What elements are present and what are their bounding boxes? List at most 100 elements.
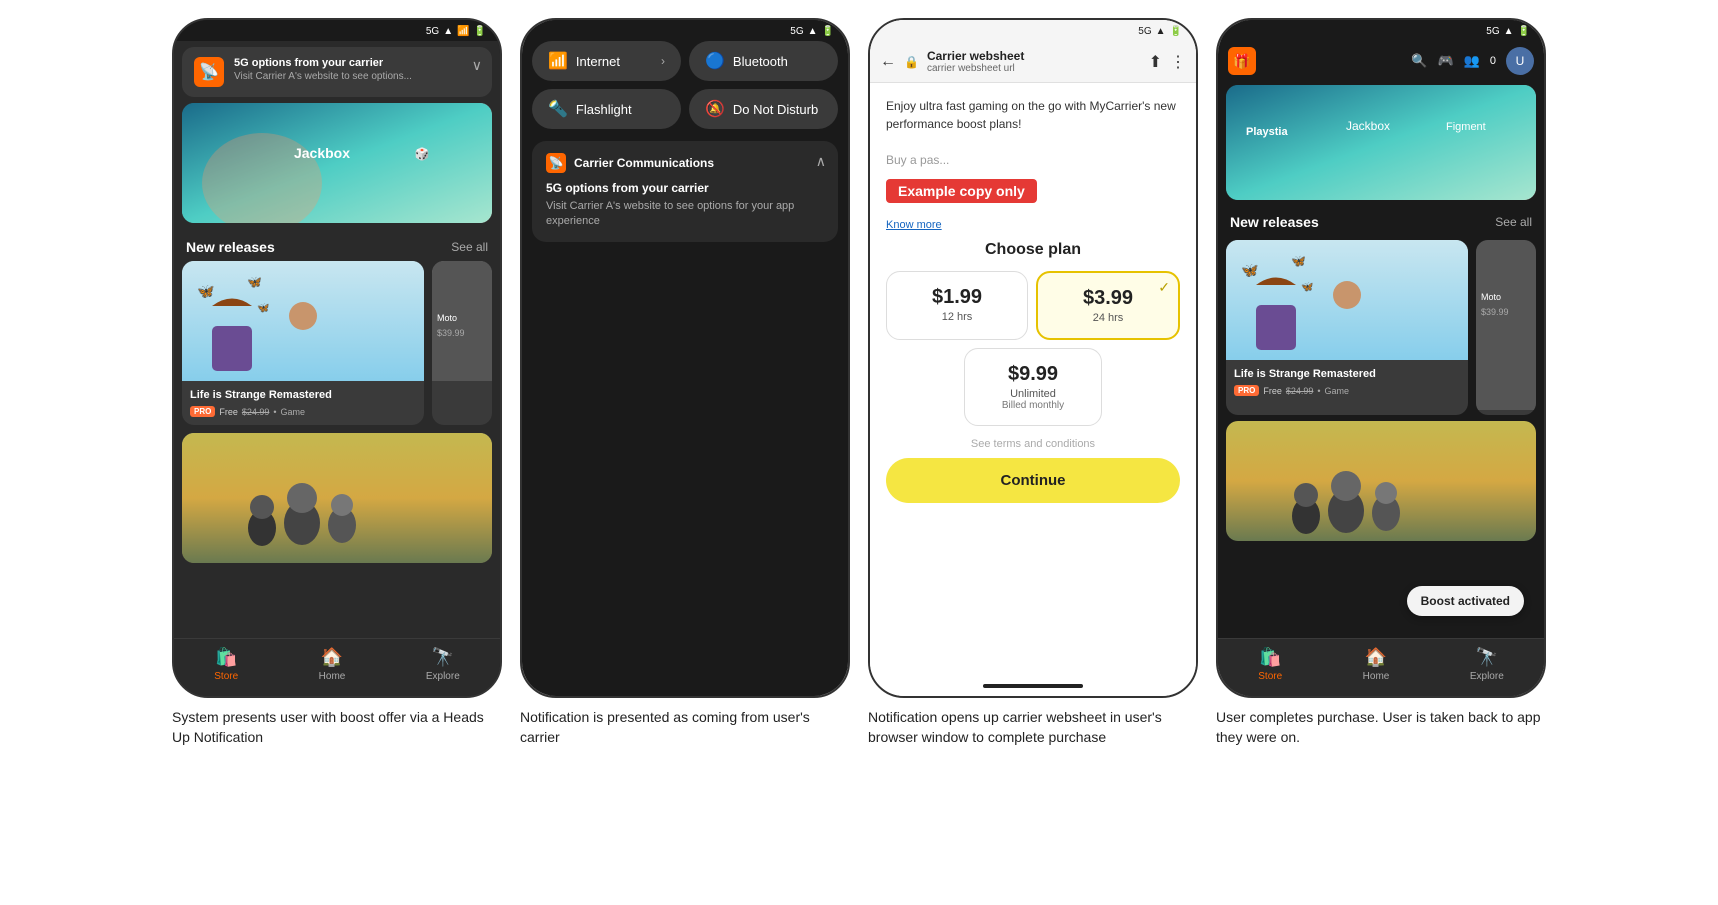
svg-text:Moto: Moto [437, 313, 457, 323]
phone-3: 5G ▲ 🔋 ← 🔒 Carrier websheet carrier webs… [868, 18, 1198, 698]
more-icon[interactable]: ⋮ [1170, 52, 1186, 72]
captions-container: System presents user with boost offer vi… [0, 698, 1718, 747]
topbar-left-4: 🎁 [1228, 47, 1256, 75]
plan-card-1-99[interactable]: $1.99 12 hrs [886, 271, 1028, 340]
topbar-right-4: 🔍 🎮 👥 0 U [1411, 47, 1534, 75]
battery-icon-1: 🔋 [474, 26, 486, 37]
tile-bluetooth-label: Bluetooth [733, 54, 788, 69]
free-tag-lis-4: Free [1263, 386, 1282, 396]
section-title-4: New releases [1230, 214, 1319, 230]
app-topbar-4: 🎁 🔍 🎮 👥 0 U [1218, 41, 1544, 81]
notif-chevron-1: ∨ [472, 57, 482, 74]
signal-5g-1: 5G [426, 26, 439, 37]
game-meta-lis-1: PRO Free $24.99 • Game [190, 406, 416, 417]
nav-home-1[interactable]: 🏠 Home [319, 647, 346, 682]
battery-icon-2: 🔋 [822, 26, 834, 37]
svg-text:Jackbox: Jackbox [1346, 119, 1390, 133]
svg-text:Playstia: Playstia [1246, 126, 1288, 138]
nav-store-4[interactable]: 🛍️ Store [1258, 647, 1282, 682]
phone4-content: 5G ▲ 🔋 🎁 🔍 🎮 👥 0 U [1218, 20, 1544, 696]
quick-tile-row-1: 📶 Internet › 🔵 Bluetooth [522, 41, 848, 81]
game-meta-lis-4: PRO Free $24.99 • Game [1234, 385, 1460, 396]
status-icons-1: 5G ▲ 📶 🔋 [426, 26, 486, 37]
wifi-tile-icon: 📶 [548, 51, 568, 71]
hero-art-1: Jackbox 🎲 [182, 103, 492, 223]
pro-badge-lis-4: PRO [1234, 385, 1259, 396]
battery-icon-4: 🔋 [1518, 26, 1530, 37]
explore-label-4: Explore [1470, 671, 1504, 682]
spaceman-card-4[interactable] [1226, 421, 1536, 541]
signal-bars-1: ▲ [443, 26, 453, 37]
carrier-notification[interactable]: 📡 Carrier Communications ∧ 5G options fr… [532, 141, 838, 242]
game-img-lis-4: 🦋 🦋 🦋 [1226, 240, 1468, 360]
caption-2: Notification is presented as coming from… [520, 708, 850, 747]
svg-text:🦋: 🦋 [197, 283, 215, 299]
hero-banner-1: Jackbox 🎲 [182, 103, 492, 223]
boost-toast: Boost activated [1407, 586, 1524, 616]
carrier-notif-icon: 📡 [194, 57, 224, 87]
tile-internet[interactable]: 📶 Internet › [532, 41, 681, 81]
know-more-link[interactable]: Know more [886, 219, 1180, 231]
signal-bars-3: ▲ [1156, 26, 1166, 37]
main-container: 5G ▲ 📶 🔋 📡 5G options from your carrier … [0, 0, 1718, 698]
avatar-4[interactable]: U [1506, 47, 1534, 75]
see-all-1[interactable]: See all [451, 240, 488, 254]
search-icon-4[interactable]: 🔍 [1411, 53, 1427, 69]
spaceman-art-1 [182, 433, 492, 563]
game-info-lis-1: Life is Strange Remastered PRO Free $24.… [182, 381, 424, 425]
phone1-content: 5G ▲ 📶 🔋 📡 5G options from your carrier … [174, 20, 500, 696]
carrier-chevron: ∧ [816, 153, 826, 170]
continue-button[interactable]: Continue [886, 458, 1180, 503]
explore-icon-4: 🔭 [1476, 647, 1498, 668]
tile-bluetooth[interactable]: 🔵 Bluetooth [689, 41, 838, 81]
gift-icon-4[interactable]: 🎁 [1228, 47, 1256, 75]
tile-flashlight[interactable]: 🔦 Flashlight [532, 89, 681, 129]
plan-card-3-99[interactable]: ✓ $3.99 24 hrs [1036, 271, 1180, 340]
gamepad-icon-4[interactable]: 🎮 [1438, 53, 1454, 69]
svg-text:🦋: 🦋 [1301, 282, 1314, 293]
game-type-lis-4: Game [1325, 386, 1350, 396]
explore-icon-1: 🔭 [432, 647, 454, 668]
flashlight-tile-icon: 🔦 [548, 99, 568, 119]
plan-card-9-99[interactable]: $9.99 Unlimited Billed monthly [964, 348, 1102, 426]
carrier-icon: 📡 [546, 153, 566, 173]
svg-text:Figment: Figment [1446, 121, 1486, 133]
websheet-promo: Enjoy ultra fast gaming on the go with M… [886, 97, 1180, 169]
games-row-4: 🦋 🦋 🦋 Life is Strange Remastered PRO Fre… [1218, 240, 1544, 415]
lock-icon: 🔒 [904, 55, 919, 69]
carrier-header: 📡 Carrier Communications ∧ [546, 153, 824, 173]
lis-art-1: 🦋 🦋 🦋 [182, 261, 424, 381]
game-card-spaceman-1[interactable] [182, 433, 492, 563]
game-card-lis-1[interactable]: 🦋 🦋 🦋 Life is Strange Remastered PRO Fre… [182, 261, 424, 425]
phone-4: 5G ▲ 🔋 🎁 🔍 🎮 👥 0 U [1216, 18, 1546, 698]
example-copy-area: Example copy only [886, 179, 1180, 213]
svg-text:$39.99: $39.99 [437, 328, 465, 338]
nav-home-4[interactable]: 🏠 Home [1363, 647, 1390, 682]
games-row-1: 🦋 🦋 🦋 Life is Strange Remastered PRO Fre… [174, 261, 500, 425]
tile-internet-label: Internet [576, 54, 620, 69]
plan-row-bottom: $9.99 Unlimited Billed monthly [886, 348, 1180, 426]
dot-1: • [273, 407, 276, 417]
tile-dnd-label: Do Not Disturb [733, 102, 818, 117]
browser-back-btn[interactable]: ← [880, 53, 896, 71]
game-card-lis-4[interactable]: 🦋 🦋 🦋 Life is Strange Remastered PRO Fre… [1226, 240, 1468, 415]
choose-plan-title: Choose plan [886, 241, 1180, 259]
friends-icon-4[interactable]: 👥 [1464, 53, 1480, 69]
bottom-nav-4: 🛍️ Store 🏠 Home 🔭 Explore [1218, 638, 1544, 696]
home-icon-4: 🏠 [1365, 647, 1387, 668]
caption-1: System presents user with boost offer vi… [172, 708, 502, 747]
heads-up-notification[interactable]: 📡 5G options from your carrier Visit Car… [182, 47, 492, 97]
plan-duration-2: 24 hrs [1048, 312, 1168, 324]
share-icon[interactable]: ⬆ [1149, 52, 1162, 72]
status-icons-3: 5G ▲ 🔋 [1138, 26, 1182, 37]
nav-store-1[interactable]: 🛍️ Store [214, 647, 238, 682]
tile-dnd[interactable]: 🔕 Do Not Disturb [689, 89, 838, 129]
svg-text:Moto: Moto [1481, 292, 1501, 302]
phone-2: 5G ▲ 🔋 📶 Internet › 🔵 Bluetooth [520, 18, 850, 698]
dot-4: • [1317, 386, 1320, 396]
see-all-4[interactable]: See all [1495, 215, 1532, 229]
carrier-msg-body: Visit Carrier A's website to see options… [546, 199, 824, 230]
nav-explore-4[interactable]: 🔭 Explore [1470, 647, 1504, 682]
terms-link[interactable]: See terms and conditions [886, 438, 1180, 450]
nav-explore-1[interactable]: 🔭 Explore [426, 647, 460, 682]
